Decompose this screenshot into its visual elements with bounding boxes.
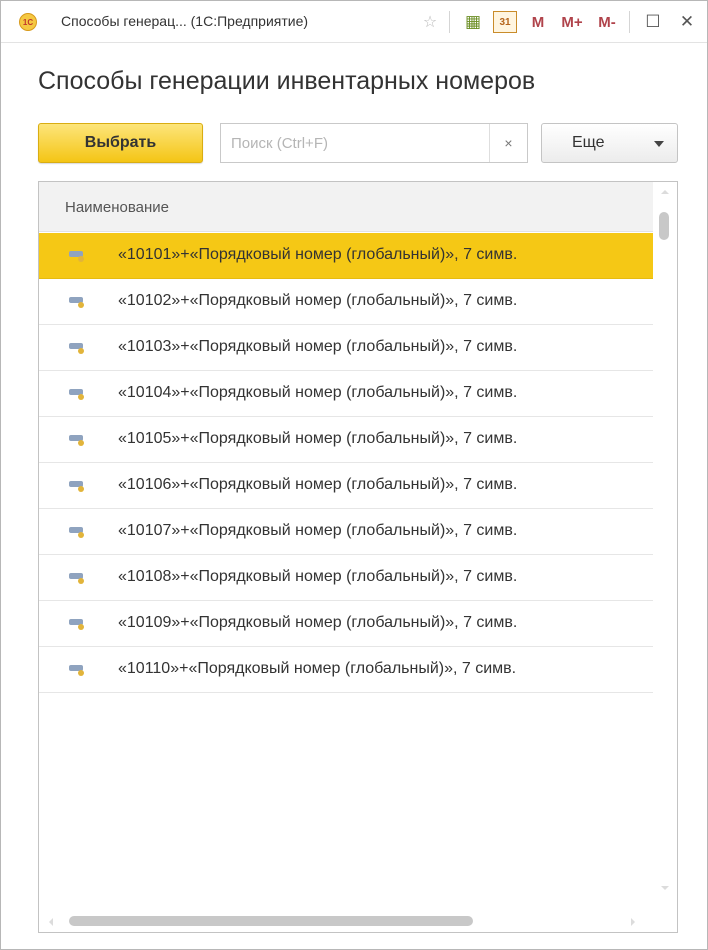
table-row[interactable]: «10103»+«Порядковый номер (глобальный)»,…	[39, 325, 653, 371]
row-label: «10101»+«Порядковый номер (глобальный)»,…	[118, 246, 518, 263]
app-window: 1С Способы генерац... (1С:Предприятие) ☆…	[0, 0, 708, 950]
calculator-icon[interactable]: ▦	[462, 10, 484, 34]
column-header-name[interactable]: Наименование	[39, 182, 653, 232]
select-button[interactable]: Выбрать	[38, 123, 203, 163]
title-bar: 1С Способы генерац... (1С:Предприятие) ☆…	[1, 1, 707, 43]
row-label: «10109»+«Порядковый номер (глобальный)»,…	[118, 614, 518, 631]
vertical-scroll-thumb[interactable]	[659, 212, 669, 240]
table-row[interactable]: «10108»+«Порядковый номер (глобальный)»,…	[39, 555, 653, 601]
clear-search-button[interactable]: ×	[489, 124, 527, 162]
table-row[interactable]: «10106»+«Порядковый номер (глобальный)»,…	[39, 463, 653, 509]
search-field: ×	[220, 123, 528, 163]
more-menu-label: Еще	[572, 134, 605, 151]
row-label: «10105»+«Порядковый номер (глобальный)»,…	[118, 430, 518, 447]
table-row[interactable]: «10102»+«Порядковый номер (глобальный)»,…	[39, 279, 653, 325]
generation-method-icon	[69, 251, 84, 262]
generation-method-icon	[69, 573, 84, 584]
scroll-down-icon[interactable]	[661, 886, 669, 890]
memory-minus-button[interactable]: M-	[592, 10, 622, 34]
page-title: Способы генерации инвентарных номеров	[38, 67, 536, 95]
row-label: «10107»+«Порядковый номер (глобальный)»,…	[118, 522, 518, 539]
generation-method-icon	[69, 297, 84, 308]
horizontal-scroll-thumb[interactable]	[69, 916, 473, 926]
row-label: «10108»+«Порядковый номер (глобальный)»,…	[118, 568, 518, 585]
scroll-left-icon[interactable]	[49, 918, 53, 926]
favorite-icon[interactable]: ☆	[419, 10, 441, 34]
vertical-scrollbar[interactable]	[653, 182, 677, 912]
memory-m-button[interactable]: M	[527, 10, 549, 34]
row-label: «10104»+«Порядковый номер (глобальный)»,…	[118, 384, 518, 401]
window-title: Способы генерац... (1С:Предприятие)	[61, 13, 309, 29]
app-logo-icon[interactable]: 1С	[19, 13, 37, 31]
table-row[interactable]: «10107»+«Порядковый номер (глобальный)»,…	[39, 509, 653, 555]
more-menu-button[interactable]: Еще	[541, 123, 678, 163]
generation-method-icon	[69, 435, 84, 446]
table-row[interactable]: «10110»+«Порядковый номер (глобальный)»,…	[39, 647, 653, 693]
scroll-up-icon[interactable]	[661, 190, 669, 194]
title-separator	[449, 11, 450, 33]
table-rows: «10101»+«Порядковый номер (глобальный)»,…	[39, 233, 653, 693]
generation-method-icon	[69, 665, 84, 676]
table-row[interactable]: «10101»+«Порядковый номер (глобальный)»,…	[39, 233, 653, 279]
row-label: «10110»+«Порядковый номер (глобальный)»,…	[118, 660, 517, 677]
table-row[interactable]: «10105»+«Порядковый номер (глобальный)»,…	[39, 417, 653, 463]
calendar-icon[interactable]: 31	[493, 11, 517, 33]
horizontal-scrollbar[interactable]	[39, 910, 653, 932]
generation-method-icon	[69, 481, 84, 492]
row-label: «10106»+«Порядковый номер (глобальный)»,…	[118, 476, 518, 493]
title-separator	[629, 11, 630, 33]
memory-plus-button[interactable]: M+	[556, 10, 588, 34]
search-input[interactable]	[221, 124, 489, 162]
maximize-icon[interactable]: ☐	[641, 10, 665, 34]
generation-method-icon	[69, 389, 84, 400]
table-row[interactable]: «10104»+«Порядковый номер (глобальный)»,…	[39, 371, 653, 417]
generation-method-icon	[69, 343, 84, 354]
generation-method-icon	[69, 527, 84, 538]
table-row[interactable]: «10109»+«Порядковый номер (глобальный)»,…	[39, 601, 653, 647]
generation-method-icon	[69, 619, 84, 630]
row-label: «10103»+«Порядковый номер (глобальный)»,…	[118, 338, 518, 355]
row-label: «10102»+«Порядковый номер (глобальный)»,…	[118, 292, 518, 309]
list-table[interactable]: Наименование «10101»+«Порядковый номер (…	[38, 181, 678, 933]
close-icon[interactable]: ✕	[675, 10, 699, 34]
column-header-label: Наименование	[65, 199, 169, 216]
scroll-right-icon[interactable]	[631, 918, 635, 926]
chevron-down-icon	[654, 141, 664, 147]
